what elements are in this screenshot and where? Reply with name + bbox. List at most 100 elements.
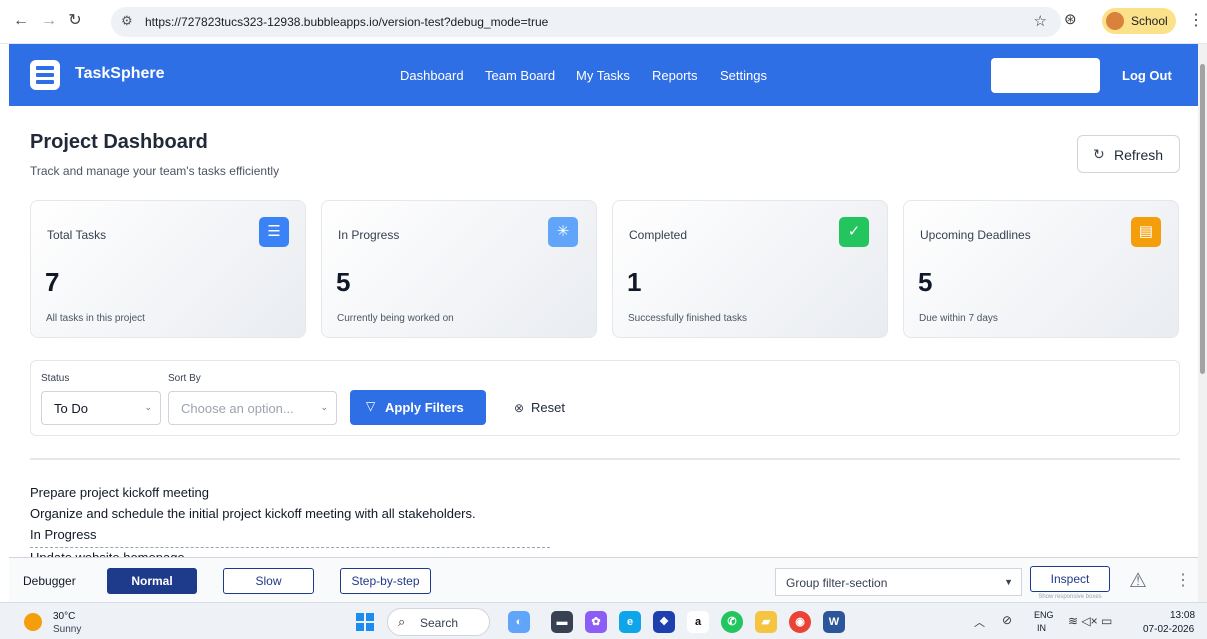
checklist-icon: ☰ xyxy=(259,217,289,247)
profile-button[interactable]: School xyxy=(1102,8,1176,34)
browser-toolbar: ← → ↻ ⚙ https://727823tucs323-12938.bubb… xyxy=(0,0,1207,44)
status-label: Status xyxy=(41,373,70,384)
taskbar-search-label: Search xyxy=(420,616,459,630)
sun-icon[interactable] xyxy=(24,613,42,631)
amazon-icon[interactable]: a xyxy=(687,611,709,633)
page-title: Project Dashboard xyxy=(30,131,208,153)
element-select-dropdown[interactable]: Group filter-section ▼ xyxy=(775,568,1022,596)
clock-date[interactable]: 07-02-2026 xyxy=(1143,624,1194,635)
reset-button[interactable]: ⊗ Reset xyxy=(514,399,565,417)
stat-card-upcoming-deadlines: Upcoming Deadlines ▤ 5 Due within 7 days xyxy=(903,200,1179,338)
card-description: Currently being worked on xyxy=(337,313,454,324)
browser-menu-icon[interactable]: ⋮ xyxy=(1188,10,1204,30)
responsive-boxes-note[interactable]: Show responsive boxes xyxy=(1030,594,1110,600)
nav-settings[interactable]: Settings xyxy=(720,68,767,83)
weather-description[interactable]: Sunny xyxy=(53,624,81,635)
whatsapp-icon[interactable]: ✆ xyxy=(721,611,743,633)
check-circle-icon: ✓ xyxy=(839,217,869,247)
logo-icon xyxy=(30,60,60,90)
sort-by-dropdown[interactable]: Choose an option... ⌄ xyxy=(168,391,337,425)
wifi-volume-battery-icons[interactable]: ≋ ◁× ▭ xyxy=(1068,614,1112,628)
chevron-down-icon: ⌄ xyxy=(144,402,152,412)
card-value: 5 xyxy=(336,267,351,297)
avatar xyxy=(1106,12,1124,30)
bookmark-star-icon[interactable]: ☆ xyxy=(1034,12,1047,30)
apply-filters-label: Apply Filters xyxy=(385,400,464,415)
forward-arrow-icon[interactable]: → xyxy=(38,10,60,32)
location-off-icon[interactable]: ⊘ xyxy=(1002,613,1012,627)
status-value: To Do xyxy=(54,401,88,416)
card-title: In Progress xyxy=(338,228,400,242)
refresh-label: Refresh xyxy=(1114,147,1164,163)
refresh-icon: ↻ xyxy=(1093,146,1105,162)
scrollbar-thumb[interactable] xyxy=(1200,64,1205,374)
card-description: Successfully finished tasks xyxy=(628,313,747,324)
url-text: https://727823tucs323-12938.bubbleapps.i… xyxy=(145,15,549,29)
card-description: Due within 7 days xyxy=(919,313,998,324)
task-title[interactable]: Prepare project kickoff meeting xyxy=(30,484,476,505)
reload-icon[interactable]: ↻ xyxy=(64,10,86,32)
task-view-icon[interactable]: ▬ xyxy=(551,611,573,633)
section-divider xyxy=(30,458,1180,460)
sort-by-label: Sort By xyxy=(168,373,201,384)
page-scrollbar[interactable] xyxy=(1198,44,1207,602)
caret-down-icon: ▼ xyxy=(1004,577,1013,587)
nav-reports[interactable]: Reports xyxy=(652,68,698,83)
app-header: TaskSphere Dashboard Team Board My Tasks… xyxy=(9,44,1198,106)
back-arrow-icon[interactable]: ← xyxy=(10,10,32,32)
inspect-label: Inspect xyxy=(1050,572,1090,586)
element-select-value: Group filter-section xyxy=(786,576,888,590)
warning-icon[interactable]: ⚠ xyxy=(1129,568,1147,593)
task-description: Organize and schedule the initial projec… xyxy=(30,506,476,521)
calendar-icon: ▤ xyxy=(1131,217,1161,247)
edge-browser-icon[interactable]: e xyxy=(619,611,641,633)
word-app-icon[interactable]: W xyxy=(823,611,845,633)
input-region[interactable]: IN xyxy=(1037,623,1046,633)
more-options-icon[interactable]: ⋮ xyxy=(1175,570,1191,590)
colorful-app-icon[interactable]: ✿ xyxy=(585,611,607,633)
apply-filters-button[interactable]: ▽ Apply Filters xyxy=(350,390,486,425)
stat-card-in-progress: In Progress ✳ 5 Currently being worked o… xyxy=(321,200,597,338)
header-search-input[interactable] xyxy=(991,58,1100,93)
chrome-browser-icon[interactable]: ◉ xyxy=(789,611,811,633)
address-bar[interactable]: ⚙ https://727823tucs323-12938.bubbleapps… xyxy=(111,7,1061,37)
site-settings-icon[interactable]: ⚙ xyxy=(121,13,133,29)
card-value: 7 xyxy=(45,267,60,297)
nav-dashboard[interactable]: Dashboard xyxy=(400,68,464,83)
debugger-label: Debugger xyxy=(23,574,76,588)
step-by-step-button[interactable]: Step-by-step xyxy=(340,568,431,594)
card-title: Upcoming Deadlines xyxy=(920,228,1031,242)
file-explorer-icon[interactable]: ▰ xyxy=(755,611,777,633)
inspect-button[interactable]: Inspect xyxy=(1030,566,1110,592)
copilot-app-icon[interactable]: ◐ xyxy=(508,611,530,633)
filter-section: Status To Do ⌄ Sort By Choose an option.… xyxy=(30,360,1180,436)
chevron-up-icon[interactable]: ︿ xyxy=(974,614,985,630)
filter-funnel-icon: ▽ xyxy=(366,399,376,413)
search-icon: ⌕ xyxy=(398,614,406,629)
stat-card-completed: Completed ✓ 1 Successfully finished task… xyxy=(612,200,888,338)
status-dropdown[interactable]: To Do ⌄ xyxy=(41,391,161,425)
weather-temperature[interactable]: 30°C xyxy=(53,611,75,622)
dropbox-icon[interactable]: ❖ xyxy=(653,611,675,633)
chevron-down-icon: ⌄ xyxy=(320,402,328,412)
logout-button[interactable]: Log Out xyxy=(1122,68,1172,83)
extensions-icon[interactable]: ⊛ xyxy=(1064,10,1077,28)
os-taskbar: 30°C Sunny ⌕ Search ◐ ▬ ✿ e ❖ a ✆ ▰ ◉ W … xyxy=(0,602,1207,639)
normal-mode-button[interactable]: Normal xyxy=(107,568,197,594)
task-separator xyxy=(30,547,550,548)
windows-start-icon[interactable] xyxy=(356,613,374,631)
slow-mode-button[interactable]: Slow xyxy=(223,568,314,594)
card-title: Completed xyxy=(629,228,688,242)
page-subtitle: Track and manage your team's tasks effic… xyxy=(30,164,280,178)
bubble-debugger: Debugger Normal Slow Step-by-step Group … xyxy=(9,557,1198,602)
clock-time[interactable]: 13:08 xyxy=(1170,610,1195,621)
nav-my-tasks[interactable]: My Tasks xyxy=(576,68,630,83)
taskbar-search[interactable]: ⌕ Search xyxy=(387,608,490,636)
nav-team-board[interactable]: Team Board xyxy=(485,68,555,83)
card-title: Total Tasks xyxy=(47,228,107,242)
task-list: Prepare project kickoff meeting Organize… xyxy=(30,484,476,547)
refresh-button[interactable]: ↻ Refresh xyxy=(1077,135,1180,173)
brand-name: TaskSphere xyxy=(75,65,165,82)
loader-icon: ✳ xyxy=(548,217,578,247)
input-language[interactable]: ENG xyxy=(1034,610,1054,620)
